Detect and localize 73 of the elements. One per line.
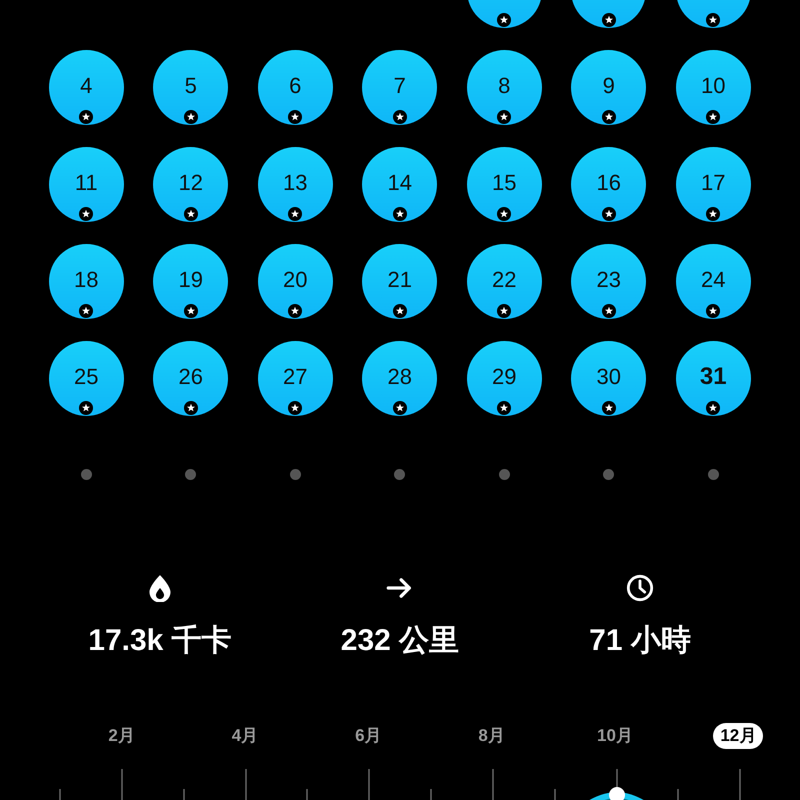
- page-dot: [185, 469, 196, 480]
- page-dot: [290, 469, 301, 480]
- day-circle[interactable]: 24: [676, 244, 751, 319]
- day-circle[interactable]: 16: [571, 147, 646, 222]
- clock-icon: [626, 574, 654, 602]
- day-circle[interactable]: 30: [571, 341, 646, 416]
- day-circle[interactable]: 9: [571, 50, 646, 125]
- day-number: 17: [701, 170, 726, 196]
- day-number: 18: [74, 267, 98, 293]
- day-number: 24: [701, 267, 726, 293]
- day-circle[interactable]: 5: [153, 50, 228, 125]
- page-dot: [394, 469, 406, 480]
- day-number: 4: [80, 73, 92, 99]
- day-number: 31: [700, 363, 727, 391]
- day-circle[interactable]: 7: [362, 50, 438, 125]
- page-dot: [708, 469, 719, 480]
- page-dot: [498, 469, 510, 480]
- day-number: 28: [388, 364, 412, 390]
- day-number: 6: [289, 73, 302, 99]
- day-circle[interactable]: 19: [153, 244, 228, 319]
- day-circle[interactable]: 4: [48, 50, 124, 125]
- day-number: 10: [701, 73, 726, 99]
- day-number: 23: [596, 267, 621, 293]
- day-number: 22: [492, 267, 516, 293]
- stat-value: 71 小時: [589, 623, 691, 659]
- day-circle[interactable]: 11: [48, 147, 124, 222]
- month-label[interactable]: 2月: [101, 723, 142, 749]
- page-dot: [80, 469, 92, 480]
- day-number: 11: [74, 170, 98, 196]
- day-circle[interactable]: 28: [362, 341, 438, 416]
- day-number: 30: [596, 364, 621, 390]
- day-number: 27: [283, 364, 308, 390]
- stat-value: 17.3k 千卡: [88, 623, 232, 659]
- day-number: 25: [74, 364, 98, 390]
- day-number: 12: [178, 170, 203, 196]
- month-label[interactable]: 10月: [590, 723, 640, 749]
- day-number: 20: [283, 267, 308, 293]
- day-circle[interactable]: 12: [153, 147, 228, 222]
- day-circle[interactable]: 20: [258, 244, 333, 319]
- day-circle[interactable]: 13: [258, 147, 333, 222]
- day-circle[interactable]: 26: [153, 341, 228, 416]
- day-number: 13: [283, 170, 308, 196]
- month-label[interactable]: 4月: [224, 723, 266, 749]
- day-circle[interactable]: 27: [258, 341, 333, 416]
- day-circle[interactable]: 21: [362, 244, 438, 319]
- day-circle[interactable]: 6: [258, 50, 333, 125]
- day-number: 19: [178, 267, 203, 293]
- month-label[interactable]: 12月: [713, 723, 764, 749]
- month-label[interactable]: 6月: [348, 723, 389, 749]
- day-number: 16: [596, 170, 621, 196]
- day-circle[interactable]: 31: [676, 341, 751, 416]
- day-circle[interactable]: 18: [48, 244, 124, 319]
- day-circle[interactable]: 23: [571, 244, 646, 319]
- day-number: 5: [184, 73, 197, 99]
- day-circle[interactable]: 8: [466, 50, 542, 125]
- day-number: 26: [178, 364, 203, 390]
- page-dot: [603, 469, 614, 480]
- day-circle[interactable]: 22: [466, 244, 542, 319]
- month-label[interactable]: 8月: [471, 723, 512, 749]
- day-circle[interactable]: 15: [466, 147, 542, 222]
- day-circle[interactable]: 29: [466, 341, 542, 416]
- stat-value: 232 公里: [340, 623, 460, 659]
- day-number: 29: [492, 364, 516, 390]
- day-number: 9: [602, 73, 615, 99]
- day-circle[interactable]: 14: [362, 147, 438, 222]
- day-number: 21: [388, 267, 412, 293]
- day-number: 15: [492, 170, 516, 196]
- day-number: 8: [498, 73, 510, 99]
- day-number: 7: [394, 73, 406, 99]
- day-circle[interactable]: 25: [48, 341, 124, 416]
- day-number: 14: [388, 170, 412, 196]
- day-circle[interactable]: 10: [676, 50, 751, 125]
- day-circle[interactable]: 17: [676, 147, 751, 222]
